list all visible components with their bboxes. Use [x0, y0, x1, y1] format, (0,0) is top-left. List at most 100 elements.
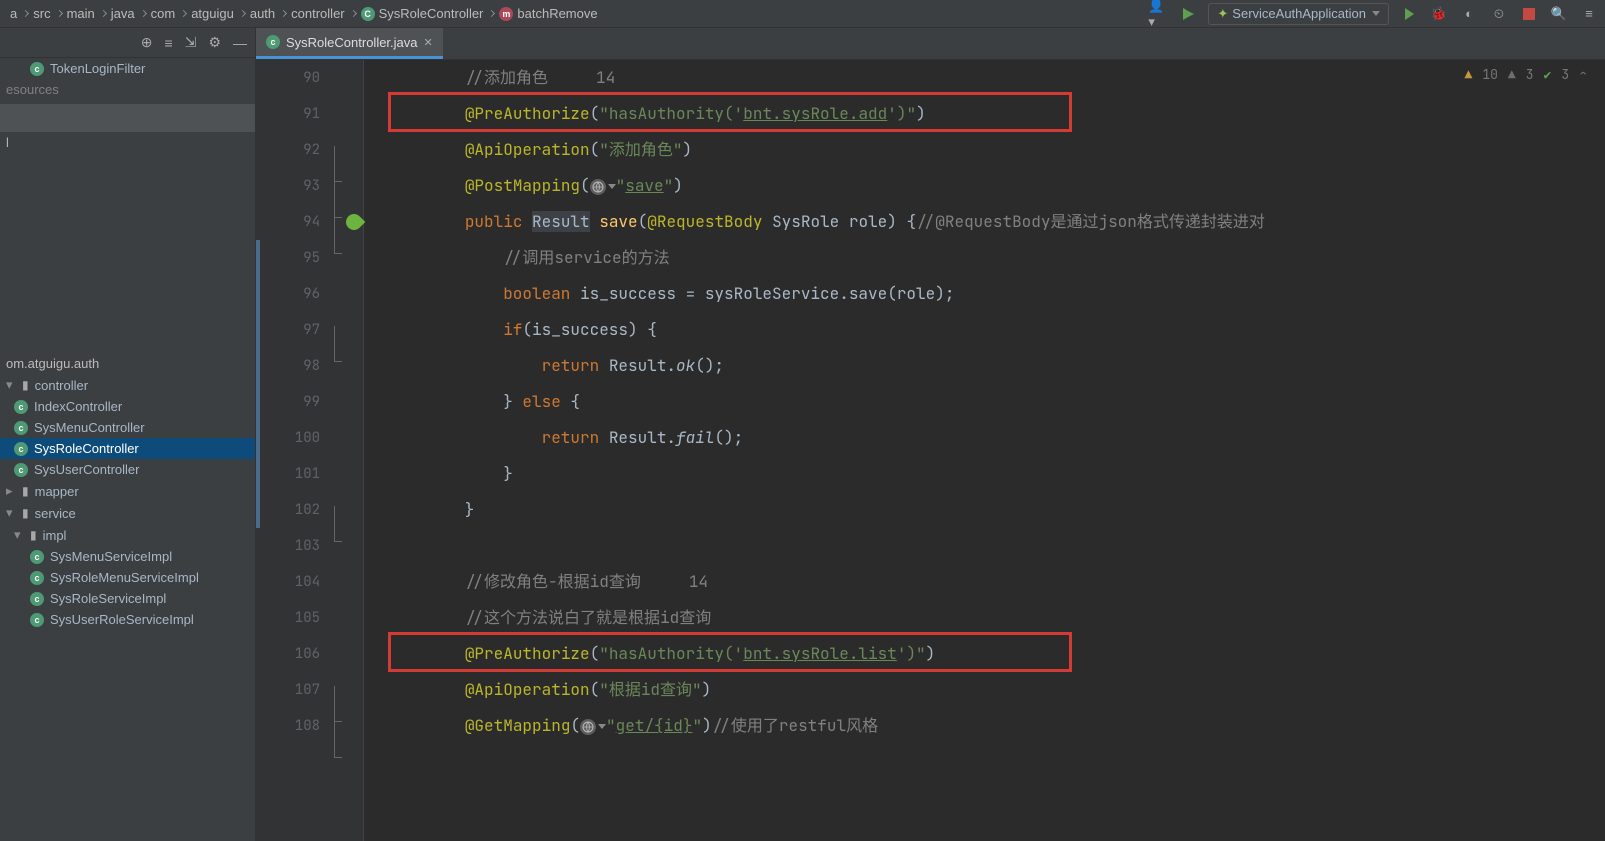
code-line[interactable]: if(is_success) { [388, 312, 1605, 348]
fold-cell [338, 564, 363, 600]
tree-item-class[interactable]: cSysRoleServiceImpl [0, 588, 255, 609]
breadcrumb-item[interactable]: main [63, 6, 99, 21]
token: " [616, 175, 626, 196]
tree-folder-controller[interactable]: ▾ ▮ controller [0, 374, 255, 396]
target-icon[interactable]: ⊕ [141, 34, 153, 51]
breadcrumb-class[interactable]: CSysRoleController [357, 6, 488, 21]
code-line[interactable]: //这个方法说白了就是根据id查询 [388, 600, 1605, 636]
token: ( [590, 679, 600, 700]
tree-label: esources [6, 82, 59, 97]
code-line[interactable]: } else { [388, 384, 1605, 420]
token [388, 283, 503, 304]
collapse-icon[interactable]: ⇲ [185, 34, 197, 51]
token: " [664, 175, 674, 196]
tree-item-class[interactable]: cSysRoleMenuServiceImpl [0, 567, 255, 588]
code-line[interactable] [388, 528, 1605, 564]
tree-label: SysRoleController [34, 441, 139, 456]
token: ( [590, 643, 600, 664]
tree-item-class[interactable]: cSysRoleController [0, 438, 255, 459]
run-config-selector[interactable]: ✦ ServiceAuthApplication [1208, 3, 1389, 25]
tab-bar: c SysRoleController.java ✕ [256, 28, 1605, 60]
token: bnt.sysRole.add [743, 103, 887, 124]
settings-icon[interactable]: ⚙ [208, 34, 221, 51]
profile-icon[interactable]: ⏲ [1489, 4, 1509, 24]
tree-label: TokenLoginFilter [50, 61, 145, 76]
code-line[interactable]: } [388, 456, 1605, 492]
run-icon[interactable] [1399, 4, 1419, 24]
breadcrumb-item[interactable]: auth [246, 6, 279, 21]
line-number: 106 [260, 636, 320, 672]
caret-down-icon [608, 184, 616, 189]
token: "添加角色" [599, 139, 682, 160]
line-number: 100 [260, 420, 320, 456]
tree-item-class[interactable]: cSysUserRoleServiceImpl [0, 609, 255, 630]
breadcrumb-item[interactable]: java [107, 6, 139, 21]
code-line[interactable]: boolean is_success = sysRoleService.save… [388, 276, 1605, 312]
fold-cell [338, 168, 363, 204]
code-line[interactable]: public Result save(@RequestBody SysRole … [388, 204, 1605, 240]
tree-folder-mapper[interactable]: ▸ ▮ mapper [0, 480, 255, 502]
tree-label: controller [35, 378, 88, 393]
token: //@RequestBody是通过json格式传递封装进对 [916, 211, 1265, 232]
breadcrumb-item[interactable]: controller [287, 6, 348, 21]
tree-item[interactable]: c TokenLoginFilter [0, 58, 255, 79]
code-line[interactable]: return Result.ok(); [388, 348, 1605, 384]
code-line[interactable]: @PreAuthorize("hasAuthority('bnt.sysRole… [388, 96, 1605, 132]
token: ( [570, 715, 580, 736]
tree-label: l [6, 135, 9, 150]
fold-cell [338, 672, 363, 708]
code-line[interactable]: @PreAuthorize("hasAuthority('bnt.sysRole… [388, 636, 1605, 672]
tree-item-class[interactable]: cSysMenuServiceImpl [0, 546, 255, 567]
code-line[interactable]: @GetMapping("get/{id}")//使用了restful风格 [388, 708, 1605, 744]
token: "根据id查询" [599, 679, 701, 700]
tree-item-class[interactable]: cIndexController [0, 396, 255, 417]
tree-folder-impl[interactable]: ▾ ▮ impl [0, 524, 255, 546]
editor-tab[interactable]: c SysRoleController.java ✕ [256, 28, 443, 59]
build-icon[interactable] [1178, 4, 1198, 24]
hide-icon[interactable]: — [233, 35, 247, 51]
breadcrumb-item[interactable]: a [6, 6, 21, 21]
tree-item[interactable]: l [0, 132, 255, 153]
token: public [465, 211, 532, 232]
coverage-icon[interactable]: ◐ [1459, 4, 1479, 24]
tree-label: IndexController [34, 399, 122, 414]
project-tree[interactable]: c TokenLoginFilter esources l om.atguigu… [0, 58, 255, 841]
code-line[interactable]: //修改角色-根据id查询 14 [388, 564, 1605, 600]
breadcrumb-item[interactable]: src [29, 6, 54, 21]
code-line[interactable]: //调用service的方法 [388, 240, 1605, 276]
token: ) [702, 715, 712, 736]
tree-item-package[interactable]: om.atguigu.auth [0, 353, 255, 374]
caret-down-icon [598, 724, 606, 729]
code-line[interactable]: //添加角色 14 [388, 60, 1605, 96]
line-number: 107 [260, 672, 320, 708]
line-number: 98 [260, 348, 320, 384]
tree-item-resources[interactable]: esources [0, 79, 255, 100]
breadcrumb-item[interactable]: com [147, 6, 180, 21]
fold-cell [338, 96, 363, 132]
class-icon: c [30, 592, 44, 606]
breadcrumb-method[interactable]: mbatchRemove [495, 6, 601, 21]
code-line[interactable]: return Result.fail(); [388, 420, 1605, 456]
chevron-right-icon [21, 10, 29, 18]
settings-icon[interactable]: ≡ [1579, 4, 1599, 24]
code-line[interactable]: @ApiOperation("添加角色") [388, 132, 1605, 168]
token: ( [638, 211, 648, 232]
breadcrumb-item[interactable]: atguigu [187, 6, 238, 21]
code-line[interactable]: @PostMapping("save") [388, 168, 1605, 204]
tree-item-class[interactable]: cSysMenuController [0, 417, 255, 438]
expand-icon[interactable]: ≡ [165, 35, 173, 51]
stop-icon[interactable] [1519, 4, 1539, 24]
user-icon[interactable]: 👤▾ [1148, 4, 1168, 24]
token: save [599, 211, 637, 232]
chevron-down-icon: ▾ [6, 505, 16, 521]
debug-icon[interactable]: 🐞 [1429, 4, 1449, 24]
tree-item-class[interactable]: cSysUserController [0, 459, 255, 480]
code-line[interactable]: @ApiOperation("根据id查询") [388, 672, 1605, 708]
code-line[interactable]: } [388, 492, 1605, 528]
code-body[interactable]: ▲10 ▲3 ✔3 ⌃ //添加角色 14 @PreAuthorize("has… [364, 60, 1605, 841]
code-editor[interactable]: 9091929394959697989910010110210310410510… [256, 60, 1605, 841]
search-everywhere-icon[interactable]: 🔍 [1549, 4, 1569, 24]
close-icon[interactable]: ✕ [424, 36, 433, 49]
tree-folder-service[interactable]: ▾ ▮ service [0, 502, 255, 524]
fold-cell [338, 420, 363, 456]
